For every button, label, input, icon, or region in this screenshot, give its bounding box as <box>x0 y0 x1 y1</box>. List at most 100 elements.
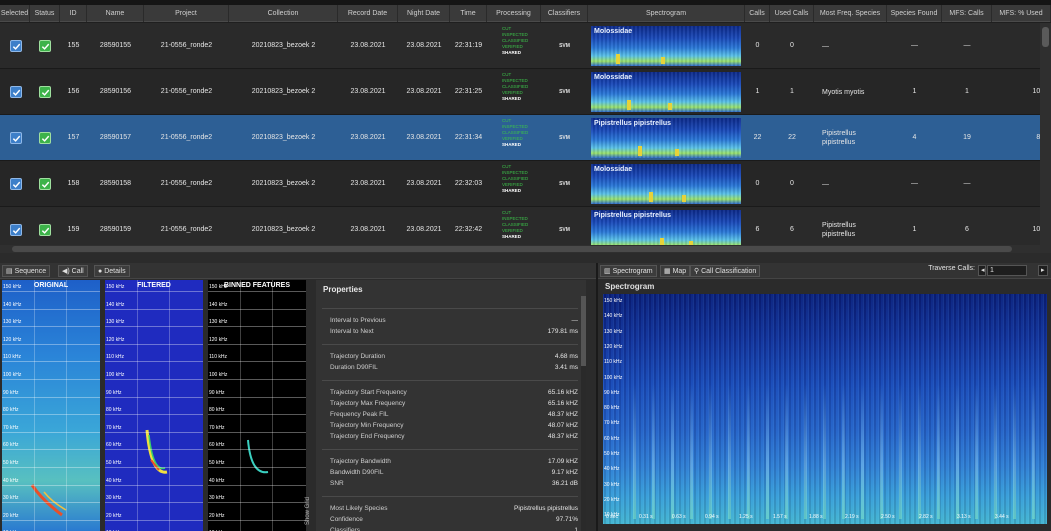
time-tick-label: 1.57 s <box>773 514 787 520</box>
frequency-tick-label: 60 kHz <box>106 442 122 449</box>
spectrogram-species-label: Molossidae <box>594 28 633 35</box>
table-row[interactable]: 155 28590155 21-0556_ronde2 20210823_bezoek… <box>0 23 1040 69</box>
scrollbar-thumb[interactable] <box>12 246 1012 252</box>
cell-spectrogram-thumbnail[interactable]: Molossidae <box>591 72 741 112</box>
row-status-checkbox[interactable] <box>39 224 51 236</box>
properties-scrollbar[interactable] <box>581 296 586 531</box>
grid-line <box>2 308 100 310</box>
col-header-species-found[interactable]: Species Found <box>887 5 942 22</box>
cell-species-found: 1 <box>912 88 917 95</box>
processing-shared: SHARED <box>502 50 522 55</box>
cell-spectrogram-thumbnail[interactable]: Molossidae <box>591 26 741 66</box>
cell-project: 21-0556_ronde2 <box>160 134 213 141</box>
row-selected-checkbox[interactable] <box>10 40 22 52</box>
property-row: Trajectory Duration 4.68 ms <box>330 352 578 362</box>
tab-details[interactable]: ● Details <box>94 265 130 277</box>
table-row[interactable]: 157 28590157 21-0556_ronde2 20210823_bezoek… <box>0 115 1050 161</box>
cell-species-found: 4 <box>912 134 917 141</box>
grid-line <box>2 291 100 292</box>
col-header-project[interactable]: Project <box>144 5 229 22</box>
col-header-selected[interactable]: Selected <box>0 5 30 22</box>
property-key: Trajectory Start Frequency <box>330 389 407 396</box>
tab-call-classification-label: Call Classification <box>701 268 757 275</box>
scrollbar-thumb[interactable] <box>581 296 586 366</box>
grid-line <box>2 484 100 486</box>
row-selected-checkbox[interactable] <box>10 178 22 190</box>
cell-species-found: — <box>911 180 918 187</box>
tab-spectrogram[interactable]: ▥ Spectrogram <box>600 265 657 277</box>
table-header: Selected Status ID Name Project Collecti… <box>0 5 1051 22</box>
time-tick-label: 1.88 s <box>809 514 823 520</box>
cell-spectrogram-thumbnail[interactable]: Molossidae <box>591 164 741 204</box>
cell-mfs-calls: — <box>963 180 971 187</box>
tab-call[interactable]: ◀) Call <box>58 265 88 277</box>
col-header-status[interactable]: Status <box>30 5 60 22</box>
scrollbar-thumb[interactable] <box>1042 27 1049 47</box>
property-key: Bandwidth D90FIL <box>330 469 384 476</box>
row-status-checkbox[interactable] <box>39 86 51 98</box>
traverse-prev-button[interactable]: ◂ <box>978 265 986 276</box>
frequency-tick-label: 110 kHz <box>604 359 622 366</box>
table-row[interactable]: 156 28590156 21-0556_ronde2 20210823_bezoek… <box>0 69 1050 115</box>
col-header-name[interactable]: Name <box>87 5 144 22</box>
grid-line <box>208 484 306 486</box>
col-header-spectrogram[interactable]: Spectrogram <box>588 5 745 22</box>
cell-spectrogram-thumbnail[interactable]: Pipistrellus pipistrellus <box>591 118 741 158</box>
col-header-calls[interactable]: Calls <box>745 5 770 22</box>
spectrogram-pane: ▥ Spectrogram ▦ Map ⚲ Call Classificatio… <box>596 263 1051 531</box>
frequency-tick-label: 70 kHz <box>209 424 225 431</box>
call-pulse <box>956 384 959 519</box>
call-details-pane: ▤ Sequence ◀) Call ● Details ORIGINAL 1 5… <box>0 263 596 531</box>
col-header-most-freq-species[interactable]: Most Freq. Species <box>814 5 887 22</box>
col-header-classifiers[interactable]: Classifiers <box>541 5 588 22</box>
original-panel-title: ORIGINAL <box>33 282 69 289</box>
tab-call-classification[interactable]: ⚲ Call Classification <box>690 265 761 277</box>
cell-spectrogram-thumbnail[interactable]: Pipistrellus pipistrellus <box>591 210 741 250</box>
grid-line <box>66 280 67 531</box>
row-status-checkbox[interactable] <box>39 178 51 190</box>
sequence-spectrogram[interactable]: 150 kHz 140 kHz 130 kHz 120 kHz 110 kHz 100 k… <box>603 294 1047 524</box>
cell-calls: 22 <box>753 134 762 141</box>
processing-shared: SHARED <box>502 96 522 101</box>
cell-project: 21-0556_ronde2 <box>160 42 213 49</box>
row-selected-checkbox[interactable] <box>10 132 22 144</box>
binned-call-trace <box>247 439 269 474</box>
frequency-tick-label: 20 kHz <box>604 496 620 503</box>
tab-sequence[interactable]: ▤ Sequence <box>2 265 51 277</box>
frequency-tick-label: 110 kHz <box>106 354 124 361</box>
cell-most-freq-species: Pipistrellus pipistrellus <box>822 130 856 146</box>
show-grid-toggle[interactable]: Show Grid <box>305 497 311 525</box>
table-row[interactable]: 158 28590158 21-0556_ronde2 20210823_bezoek… <box>0 161 1040 207</box>
col-header-night-date[interactable]: Night Date <box>398 5 450 22</box>
grid-line <box>2 431 100 433</box>
call-pulse <box>747 384 750 519</box>
col-header-record-date[interactable]: Record Date <box>338 5 398 22</box>
frequency-tick-label: 30 kHz <box>209 495 225 502</box>
row-selected-checkbox[interactable] <box>10 86 22 98</box>
grid-line <box>2 502 100 504</box>
row-status-checkbox[interactable] <box>39 132 51 144</box>
cell-record-date: 23.08.2021 <box>350 42 386 49</box>
traverse-calls-input[interactable]: 1 <box>987 265 1027 276</box>
col-header-collection[interactable]: Collection <box>229 5 338 22</box>
col-header-id[interactable]: ID <box>60 5 87 22</box>
row-status-checkbox[interactable] <box>39 40 51 52</box>
row-selected-checkbox[interactable] <box>10 224 22 236</box>
traverse-next-button[interactable]: ▸ <box>1038 265 1048 276</box>
tab-map[interactable]: ▦ Map <box>660 265 691 277</box>
grid-line <box>2 519 100 521</box>
call-pulse <box>766 384 769 519</box>
properties-divider <box>322 496 578 497</box>
table-horizontal-scrollbar[interactable] <box>0 245 1051 253</box>
call-pulse <box>880 384 883 519</box>
spectrogram-hotspot <box>627 100 631 110</box>
cell-used-calls: 1 <box>790 88 794 95</box>
col-header-processing[interactable]: Processing <box>487 5 541 22</box>
col-header-time[interactable]: Time <box>450 5 487 22</box>
col-header-mfs-pct-used[interactable]: MFS: % Used <box>992 5 1051 22</box>
col-header-used-calls[interactable]: Used Calls <box>770 5 814 22</box>
col-header-mfs-calls[interactable]: MFS: Calls <box>942 5 992 22</box>
property-row: Trajectory Start Frequency 65.16 kHZ <box>330 388 578 398</box>
table-vertical-scrollbar[interactable] <box>1040 23 1051 245</box>
call-pulse <box>842 384 845 519</box>
